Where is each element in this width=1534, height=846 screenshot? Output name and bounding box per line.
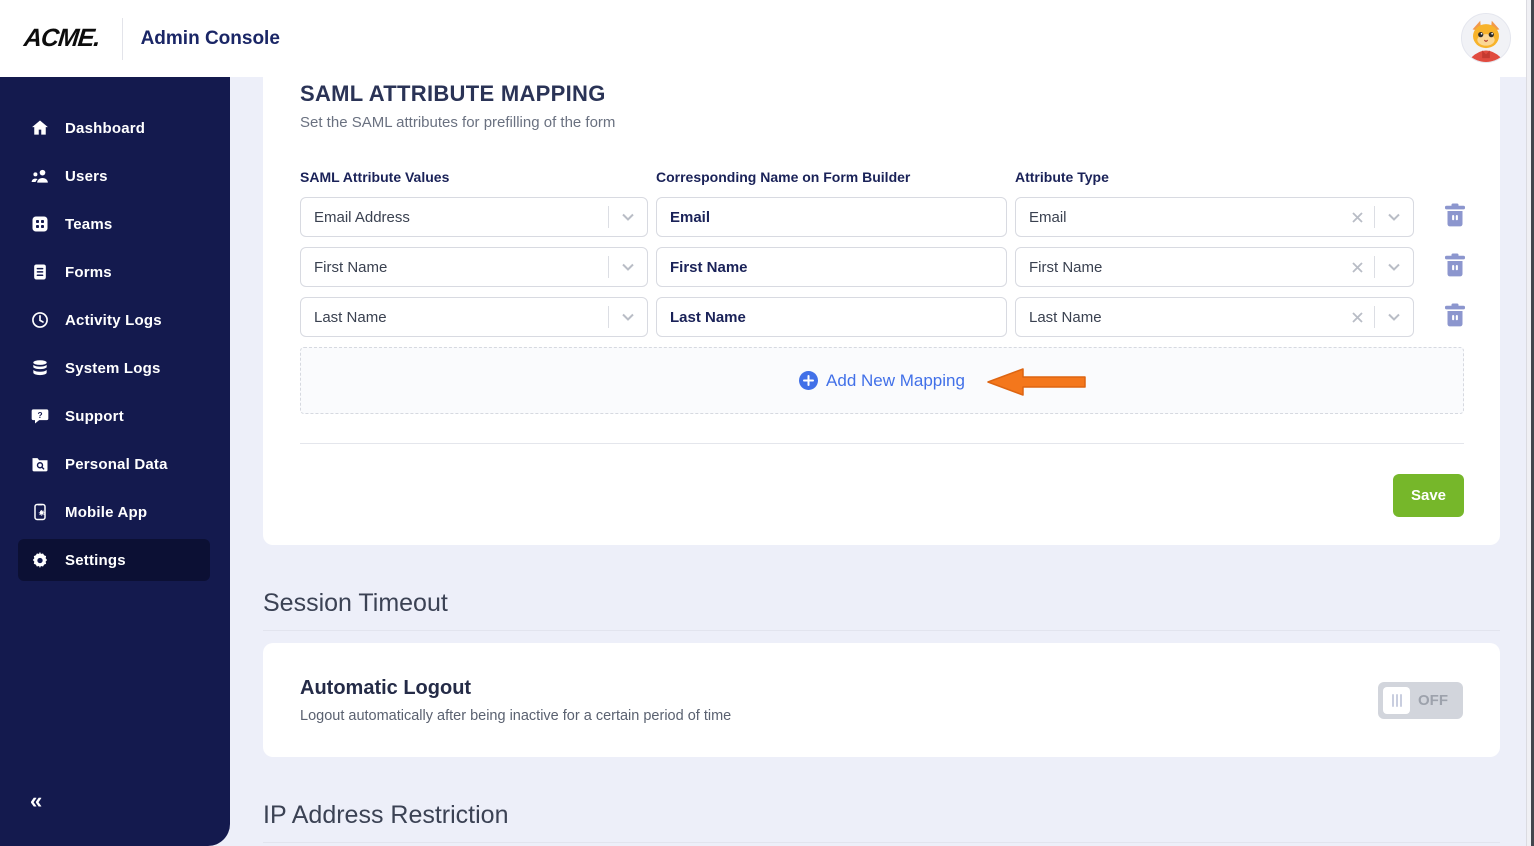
sidebar-item-label: Personal Data	[65, 455, 168, 473]
sidebar-item-personal-data[interactable]: Personal Data	[18, 443, 210, 485]
select-value: First Name	[1029, 258, 1103, 276]
sidebar-item-forms[interactable]: Forms	[18, 251, 210, 293]
ip-restriction-heading: IP Address Restriction	[263, 801, 509, 829]
text-input-field[interactable]	[670, 208, 1006, 226]
saml-attribute-select[interactable]: First Name	[300, 247, 648, 287]
automatic-logout-description: Logout automatically after being inactiv…	[300, 707, 732, 724]
mapping-row: Last Name Last Name	[300, 297, 1466, 337]
trash-icon[interactable]	[1444, 303, 1466, 327]
help-chat-icon: ?	[31, 409, 49, 424]
sidebar-item-label: Settings	[65, 551, 126, 569]
mapping-row: First Name First Name	[300, 247, 1466, 287]
mapping-row: Email Address Email	[300, 197, 1466, 237]
section-divider	[263, 842, 1500, 843]
sidebar-item-label: System Logs	[65, 359, 161, 377]
automatic-logout-card: Automatic Logout Logout automatically af…	[263, 643, 1500, 757]
app-title: Admin Console	[140, 27, 280, 49]
header-divider	[121, 17, 123, 60]
chevron-down-icon[interactable]	[609, 313, 647, 321]
users-icon	[31, 169, 48, 183]
automatic-logout-toggle[interactable]: OFF	[1378, 681, 1463, 719]
chevron-down-icon[interactable]	[1375, 263, 1413, 271]
saml-attribute-select[interactable]: Email Address	[300, 197, 648, 237]
sidebar-collapse-button[interactable]: «	[30, 788, 42, 814]
orange-arrow-left-annotation	[987, 368, 1086, 396]
sidebar-item-activity-logs[interactable]: Activity Logs	[18, 299, 210, 341]
sidebar-item-label: Dashboard	[65, 119, 146, 137]
select-value: Email	[1029, 208, 1067, 226]
plus-circle-icon	[799, 371, 819, 390]
text-input-field[interactable]	[670, 308, 1006, 326]
attribute-type-select[interactable]: Email	[1015, 197, 1414, 237]
select-value: Last Name	[314, 308, 387, 326]
sidebar-item-mobile-app[interactable]: Mobile App	[18, 491, 210, 533]
trash-icon[interactable]	[1444, 203, 1466, 227]
home-icon	[32, 120, 48, 135]
gear-icon	[32, 551, 48, 569]
form-builder-name-input[interactable]	[656, 197, 1007, 237]
select-value: First Name	[314, 258, 388, 276]
clock-icon	[32, 312, 48, 328]
sidebar-item-support[interactable]: ? Support	[18, 395, 210, 437]
folder-search-icon	[32, 458, 48, 472]
saml-attribute-select[interactable]: Last Name	[300, 297, 648, 337]
form-builder-name-input[interactable]	[656, 297, 1007, 337]
sidebar-item-users[interactable]: Users	[18, 155, 210, 197]
toggle-state-label: OFF	[1418, 691, 1448, 709]
chevron-down-icon[interactable]	[609, 213, 647, 221]
x-clear-icon[interactable]	[1340, 311, 1374, 323]
select-value: Email Address	[314, 208, 410, 226]
save-button[interactable]: Save	[1393, 474, 1464, 517]
chevron-down-icon[interactable]	[1375, 213, 1413, 221]
database-icon	[33, 360, 47, 376]
collapse-chevrons-icon: «	[30, 788, 42, 813]
sidebar-item-label: Users	[65, 167, 108, 185]
add-mapping-dropzone: Add New Mapping	[300, 347, 1464, 414]
sidebar-item-label: Activity Logs	[65, 311, 162, 329]
main-content: SAML ATTRIBUTE MAPPING Set the SAML attr…	[230, 77, 1526, 846]
sidebar-item-label: Support	[65, 407, 124, 425]
svg-text:?: ?	[37, 410, 42, 420]
chevron-down-icon[interactable]	[609, 263, 647, 271]
sidebar-item-system-logs[interactable]: System Logs	[18, 347, 210, 389]
saml-mapping-card: SAML ATTRIBUTE MAPPING Set the SAML attr…	[263, 77, 1500, 545]
sidebar-item-label: Mobile App	[65, 503, 148, 521]
toggle-knob	[1383, 686, 1410, 714]
form-builder-name-input[interactable]	[656, 247, 1007, 287]
mapping-column-headers: SAML Attribute Values Corresponding Name…	[300, 169, 1464, 185]
column-header-form-name: Corresponding Name on Form Builder	[656, 169, 911, 185]
automatic-logout-title: Automatic Logout	[300, 676, 472, 699]
mobile-gear-icon	[34, 503, 46, 521]
teams-grid-icon	[32, 216, 48, 232]
select-value: Last Name	[1029, 308, 1102, 326]
section-divider	[263, 630, 1500, 631]
sidebar-nav: Dashboard Users Teams Forms Activity Log…	[0, 77, 230, 846]
sidebar-item-dashboard[interactable]: Dashboard	[18, 107, 210, 149]
acme-logo: ACME.	[22, 24, 102, 52]
card-divider	[300, 443, 1464, 444]
sidebar-item-label: Forms	[65, 263, 112, 281]
user-avatar[interactable]	[1461, 13, 1511, 63]
top-header: ACME. Admin Console	[0, 0, 1534, 77]
forms-document-icon	[34, 264, 46, 280]
column-header-attribute-values: SAML Attribute Values	[300, 169, 450, 185]
sidebar-item-settings[interactable]: Settings	[18, 539, 210, 581]
x-clear-icon[interactable]	[1340, 261, 1374, 273]
sidebar-item-teams[interactable]: Teams	[18, 203, 210, 245]
add-new-mapping-button[interactable]: Add New Mapping	[799, 371, 965, 391]
vertical-scrollbar[interactable]	[1526, 0, 1534, 846]
saml-section-title: SAML ATTRIBUTE MAPPING	[300, 81, 606, 106]
trash-icon[interactable]	[1444, 253, 1466, 277]
attribute-type-select[interactable]: First Name	[1015, 247, 1414, 287]
column-header-attribute-type: Attribute Type	[1015, 169, 1109, 185]
sidebar-item-label: Teams	[65, 215, 113, 233]
attribute-type-select[interactable]: Last Name	[1015, 297, 1414, 337]
saml-section-subtitle: Set the SAML attributes for prefilling o…	[300, 114, 616, 131]
x-clear-icon[interactable]	[1340, 211, 1374, 223]
add-new-mapping-label: Add New Mapping	[826, 370, 965, 390]
session-timeout-heading: Session Timeout	[263, 589, 448, 617]
cat-avatar-icon	[1462, 14, 1510, 62]
chevron-down-icon[interactable]	[1375, 313, 1413, 321]
text-input-field[interactable]	[670, 258, 1006, 276]
